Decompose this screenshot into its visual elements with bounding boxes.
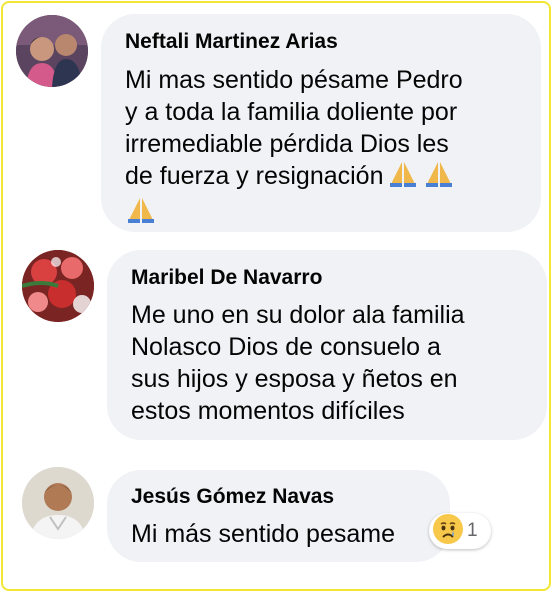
avatar[interactable] [22,467,94,539]
comment-text-line: irremediable pérdida Dios les [125,130,449,158]
comment-author[interactable]: Jesús Gómez Navas [131,485,334,509]
reaction-summary[interactable]: 1 [429,513,491,549]
comment-author[interactable]: Neftali Martinez Arias [125,30,338,54]
comment-text-line: Mi mas sentido pésame Pedro [125,66,463,94]
reaction-count: 1 [467,520,478,541]
comment-text: Mi mas sentido pésame Pedro y a toda la … [125,64,463,232]
comment-text: Mi más sentido pesame [131,518,395,550]
comment-text: Me uno en su dolor ala familia Nolasco D… [131,299,465,427]
sad-reaction-icon [432,513,464,550]
avatar[interactable] [16,15,88,87]
comment-text-line: Mi más sentido pesame [131,520,396,548]
comment-text-line: de fuerza y resignación [125,162,384,190]
comment-author[interactable]: Maribel De Navarro [131,266,322,290]
avatar[interactable] [22,250,94,322]
folded-hands-icon [423,160,455,196]
comment-text-line: estos momentos difíciles [131,397,405,425]
comment-text-line: y a toda la familia doliente por [125,98,458,126]
folded-hands-icon [125,196,157,232]
comment-text-line: Nolasco Dios de consuelo a [131,333,441,361]
folded-hands-icon [387,160,419,196]
comment-text-line: sus hijos y esposa y ñetos en [131,365,458,393]
comment-text-line: Me uno en su dolor ala familia [131,301,465,329]
